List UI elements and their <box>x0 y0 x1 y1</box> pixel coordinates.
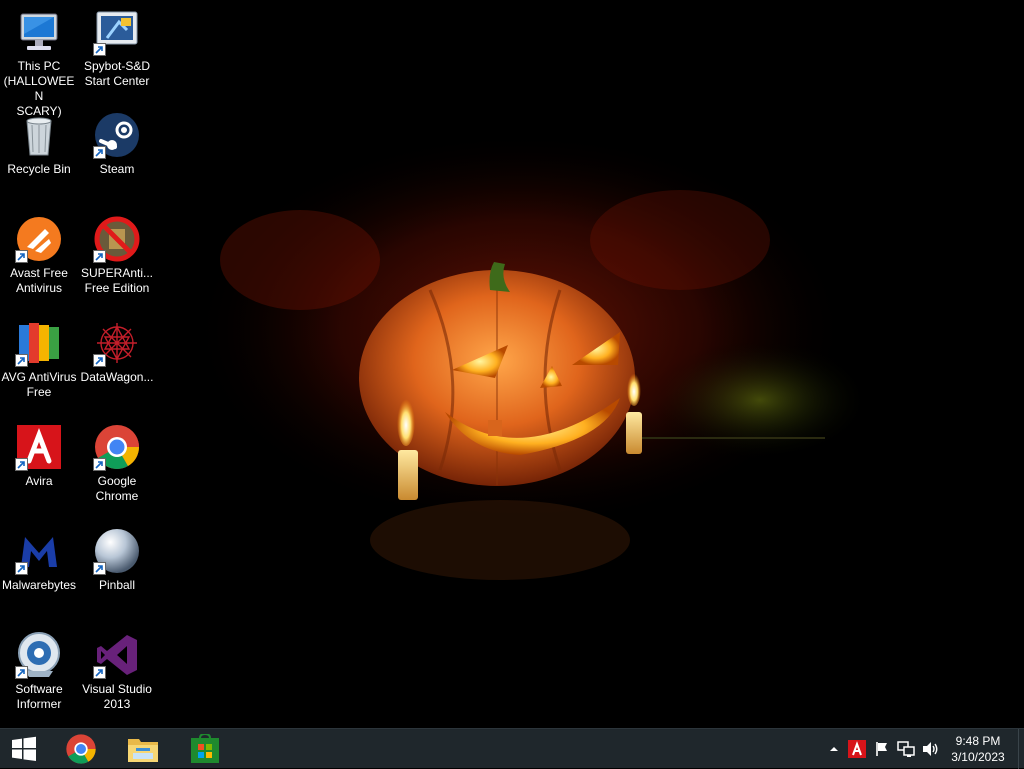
volume-button[interactable] <box>919 729 941 769</box>
desktop-icon-visual-studio[interactable]: Visual Studio 2013 <box>78 631 156 712</box>
pinball-icon <box>93 527 141 575</box>
shortcut-arrow-icon <box>15 458 28 471</box>
shortcut-arrow-icon <box>93 146 106 159</box>
avira-tray-button[interactable] <box>846 729 868 769</box>
desktop-icon-software-informer[interactable]: Software Informer <box>0 631 78 712</box>
visual-studio-icon <box>93 631 141 679</box>
folder-icon <box>128 739 158 762</box>
desktop-icon-spybot[interactable]: Spybot-S&D Start Center <box>78 8 156 89</box>
flag-icon <box>876 742 887 756</box>
desktop-icon-avg[interactable]: AVG AntiVirus Free <box>0 319 78 400</box>
clock-date: 3/10/2023 <box>951 750 1005 764</box>
desktop-icon-avira[interactable]: Avira <box>0 423 78 489</box>
action-center-button[interactable] <box>872 729 892 769</box>
desktop-icon-label: This PC (HALLOWEEN SCARY) <box>3 59 75 118</box>
show-hidden-icons-button[interactable] <box>826 729 842 769</box>
desktop-icon-superantispyware[interactable]: SUPERAnti... Free Edition <box>78 215 156 296</box>
volume-icon <box>923 742 938 756</box>
desktop-icon-recycle-bin[interactable]: Recycle Bin <box>0 111 78 177</box>
shortcut-arrow-icon <box>93 666 106 679</box>
recycle-bin-icon <box>15 111 63 159</box>
show-desktop-button[interactable] <box>1018 729 1024 769</box>
shortcut-arrow-icon <box>93 43 106 56</box>
taskbar: 9:48 PM 3/10/2023 <box>0 728 1024 769</box>
taskbar-chrome-button[interactable] <box>57 729 105 769</box>
desktop-icon-label: Software Informer <box>15 682 63 711</box>
taskbar-clock[interactable]: 9:48 PM 3/10/2023 <box>942 733 1014 765</box>
desktop-icon-malwarebytes[interactable]: Malwarebytes <box>0 527 78 593</box>
chrome-icon <box>66 734 96 764</box>
desktop-icon-label: DataWagon... <box>80 370 154 384</box>
start-button[interactable] <box>0 729 48 769</box>
desktop-icon-label: Recycle Bin <box>7 162 71 176</box>
avg-icon <box>15 319 63 367</box>
shortcut-arrow-icon <box>93 458 106 471</box>
desktop-icon-label: AVG AntiVirus Free <box>1 370 77 399</box>
software-informer-icon <box>15 631 63 679</box>
desktop-icon-datawagon[interactable]: DataWagon... <box>78 319 156 385</box>
desktop-icon-label: Spybot-S&D Start Center <box>83 59 151 88</box>
avira-tray-icon <box>848 740 866 758</box>
desktop-icon-label: SUPERAnti... Free Edition <box>80 266 154 295</box>
chevron-up-icon <box>830 747 838 751</box>
desktop-icon-label: Avast Free Antivirus <box>10 266 68 295</box>
shortcut-arrow-icon <box>93 250 106 263</box>
shortcut-arrow-icon <box>93 562 106 575</box>
desktop-icon-steam[interactable]: Steam <box>78 111 156 177</box>
clock-time: 9:48 PM <box>955 734 1001 748</box>
steam-icon <box>93 111 141 159</box>
shortcut-arrow-icon <box>93 354 106 367</box>
desktop-icon-label: Malwarebytes <box>1 578 77 592</box>
desktop-icon-google-chrome[interactable]: Google Chrome <box>78 423 156 504</box>
superantispyware-icon <box>93 215 141 263</box>
desktop-icon-pinball[interactable]: Pinball <box>78 527 156 593</box>
shortcut-arrow-icon <box>15 562 28 575</box>
network-button[interactable] <box>895 729 917 769</box>
malwarebytes-icon <box>15 527 63 575</box>
desktop[interactable]: This PC (HALLOWEEN SCARY) Recycle Bin Av… <box>0 0 1024 728</box>
desktop-icon-label: Avira <box>25 474 53 488</box>
avast-icon <box>15 215 63 263</box>
desktop-icon-label: Google Chrome <box>95 474 139 503</box>
desktop-icon-label: Steam <box>99 162 135 176</box>
desktop-icon-label: Pinball <box>98 578 136 592</box>
spybot-icon <box>93 8 141 56</box>
taskbar-file-explorer-button[interactable] <box>119 729 167 769</box>
windows-logo-icon <box>12 736 36 761</box>
store-icon <box>191 734 219 763</box>
network-icon <box>897 741 915 757</box>
desktop-icon-label: Visual Studio 2013 <box>82 682 152 711</box>
chrome-icon <box>93 423 141 471</box>
taskbar-store-button[interactable] <box>181 729 229 769</box>
shortcut-arrow-icon <box>15 250 28 263</box>
shortcut-arrow-icon <box>15 354 28 367</box>
computer-icon <box>15 8 63 56</box>
avira-icon <box>15 423 63 471</box>
desktop-icon-this-pc[interactable]: This PC (HALLOWEEN SCARY) <box>0 8 78 119</box>
shortcut-arrow-icon <box>15 666 28 679</box>
desktop-icon-avast[interactable]: Avast Free Antivirus <box>0 215 78 296</box>
datawagon-icon <box>93 319 141 367</box>
